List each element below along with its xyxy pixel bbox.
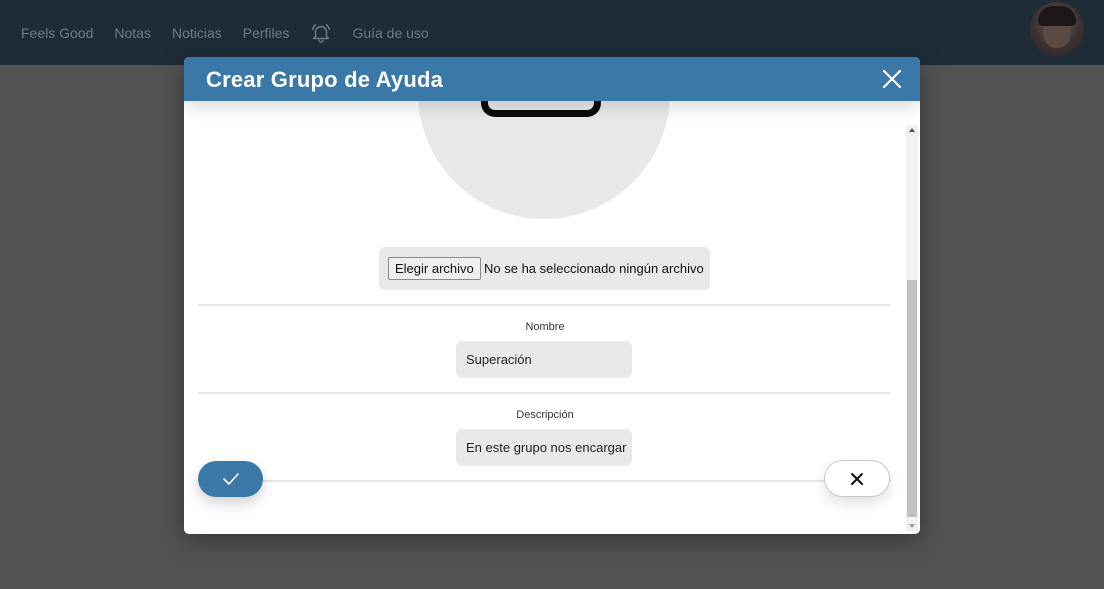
scroll-down-arrow[interactable] [909, 524, 915, 528]
x-icon [851, 472, 863, 485]
nav-link-guia-de-uso[interactable]: Guía de uso [352, 25, 428, 41]
scroll-thumb[interactable] [907, 280, 917, 517]
create-group-modal: Crear Grupo de Ayuda Elegir archivo No s… [184, 57, 920, 534]
divider [198, 304, 891, 306]
modal-title: Crear Grupo de Ayuda [206, 67, 444, 92]
name-field[interactable]: Superación [456, 341, 632, 378]
group-image-preview [418, 101, 670, 219]
divider [198, 480, 891, 482]
image-placeholder-icon [481, 101, 601, 117]
modal-scrollbar[interactable] [906, 125, 918, 531]
name-label: Nombre [525, 321, 565, 333]
description-label: Descripción [516, 409, 574, 421]
scroll-up-arrow[interactable] [909, 128, 915, 132]
cancel-button[interactable] [824, 460, 890, 497]
nav-link-noticias[interactable]: Noticias [172, 25, 222, 41]
avatar-hair [1038, 6, 1076, 26]
modal-body: Elegir archivo No se ha seleccionado nin… [184, 101, 906, 534]
description-field[interactable]: En este grupo nos encargar [456, 429, 632, 466]
nav-links: Feels Good Notas Noticias Perfiles Guía … [21, 22, 450, 44]
confirm-button[interactable] [198, 461, 263, 497]
divider [198, 392, 891, 394]
top-navbar: Feels Good Notas Noticias Perfiles Guía … [0, 0, 1104, 65]
nav-link-perfiles[interactable]: Perfiles [243, 25, 290, 41]
choose-file-button[interactable]: Elegir archivo [388, 257, 481, 280]
nav-link-notas[interactable]: Notas [114, 25, 151, 41]
close-icon[interactable] [882, 69, 902, 89]
nav-link-feels-good[interactable]: Feels Good [21, 25, 93, 41]
modal-header: Crear Grupo de Ayuda [184, 57, 920, 101]
file-upload: Elegir archivo No se ha seleccionado nin… [379, 247, 710, 290]
checkmark-icon [222, 473, 239, 485]
avatar[interactable] [1030, 2, 1084, 56]
bell-icon[interactable] [310, 22, 332, 44]
file-status-text: No se ha seleccionado ningún archivo [484, 261, 704, 276]
